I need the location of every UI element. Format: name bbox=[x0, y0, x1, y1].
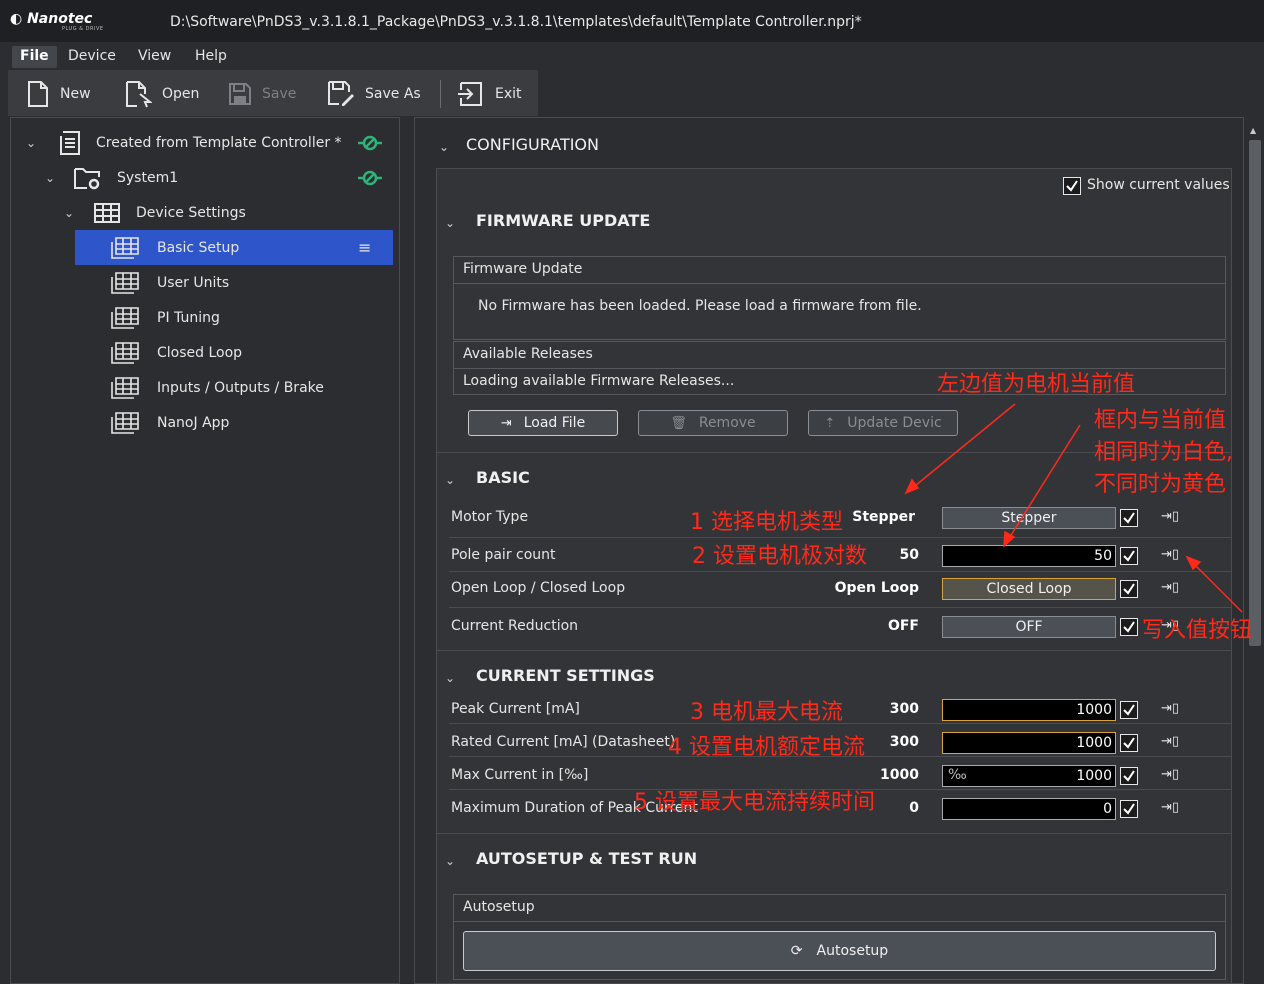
annotation-write-button: 写入值按钮 bbox=[1142, 618, 1253, 643]
annotation-step5: 5 设置最大电流持续时间 bbox=[634, 790, 875, 815]
arrow-box-color bbox=[1007, 424, 1081, 541]
annotation-step3: 3 电机最大电流 bbox=[690, 700, 843, 725]
arrow-write-button bbox=[1191, 561, 1243, 613]
annotation-box-color-2: 相同时为白色, bbox=[1094, 440, 1233, 465]
annotation-box-color-3: 不同时为黄色 bbox=[1094, 472, 1227, 497]
annotation-arrows bbox=[904, 403, 1243, 613]
annotation-left-value: 左边值为电机当前值 bbox=[937, 372, 1136, 397]
annotation-box-color-1: 框内与当前值 bbox=[1094, 408, 1227, 433]
annotation-step2: 2 设置电机极对数 bbox=[692, 544, 867, 569]
annotation-step1: 1 选择电机类型 bbox=[690, 510, 843, 535]
arrow-left-value bbox=[909, 403, 1016, 491]
annotation-step4: 4 设置电机额定电流 bbox=[668, 735, 865, 760]
arrow-head bbox=[904, 478, 920, 495]
